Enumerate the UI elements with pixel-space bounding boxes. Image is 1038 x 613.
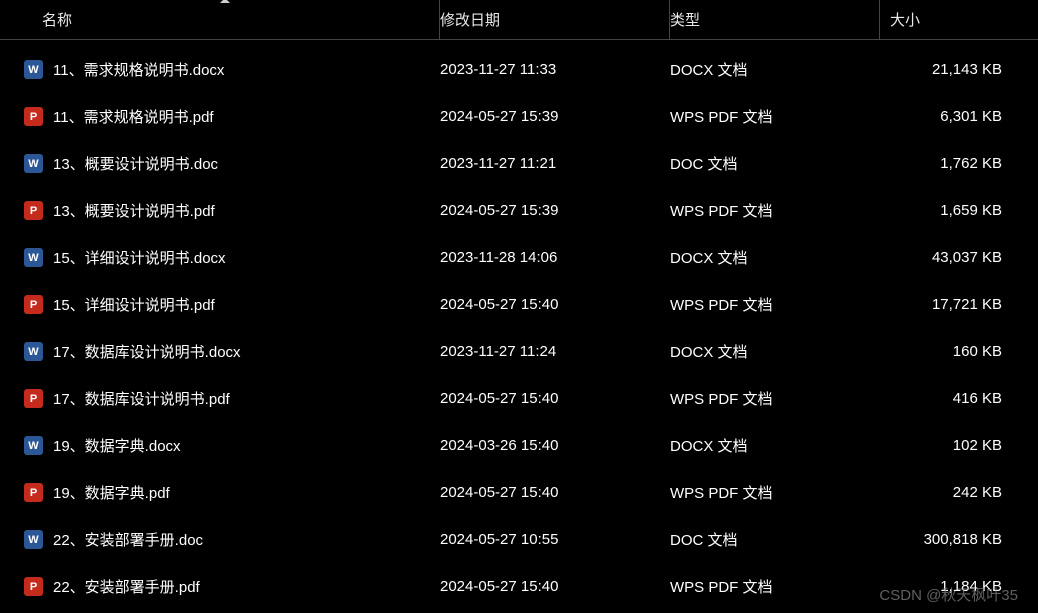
file-type-cell: WPS PDF 文档: [670, 388, 880, 409]
file-row[interactable]: P 11、需求规格说明书.pdf 2024-05-27 15:39WPS PDF 文…: [0, 93, 1038, 140]
file-date-cell: 2024-05-27 15:40: [440, 296, 670, 313]
file-type-cell: DOCX 文档: [670, 435, 880, 456]
file-date-cell: 2024-05-27 15:40: [440, 484, 670, 501]
doc-file-icon: W: [24, 154, 43, 173]
file-name-label: 19、数据字典.docx: [53, 435, 181, 456]
column-header-name[interactable]: 名称: [10, 0, 440, 39]
file-row[interactable]: P 17、数据库设计说明书.pdf 2024-05-27 15:40WPS PDF …: [0, 375, 1038, 422]
column-header-row: 名称 修改日期 类型 大小: [0, 0, 1038, 40]
pdf-file-icon: P: [24, 201, 43, 220]
file-type-cell: DOC 文档: [670, 153, 880, 174]
file-row[interactable]: P 13、概要设计说明书.pdf 2024-05-27 15:39WPS PDF 文…: [0, 187, 1038, 234]
file-row[interactable]: W 15、详细设计说明书.docx 2023-11-28 14:06DOCX 文档4…: [0, 234, 1038, 281]
pdf-file-icon: P: [24, 389, 43, 408]
file-type-cell: WPS PDF 文档: [670, 294, 880, 315]
watermark: CSDN @秋天枫叶35: [879, 584, 1018, 605]
file-name-label: 22、安装部署手册.doc: [53, 529, 203, 550]
column-header-type-label: 类型: [670, 9, 700, 30]
file-type-cell: DOC 文档: [670, 529, 880, 550]
pdf-file-icon: P: [24, 295, 43, 314]
file-name-label: 15、详细设计说明书.docx: [53, 247, 226, 268]
file-size-cell: 416 KB: [880, 390, 1020, 407]
column-header-size-label: 大小: [890, 9, 920, 30]
file-size-cell: 21,143 KB: [880, 61, 1020, 78]
file-type-cell: WPS PDF 文档: [670, 200, 880, 221]
file-row[interactable]: W 13、概要设计说明书.doc 2023-11-27 11:21DOC 文档1,7…: [0, 140, 1038, 187]
file-size-cell: 1,762 KB: [880, 155, 1020, 172]
file-date-cell: 2024-05-27 15:40: [440, 578, 670, 595]
file-row[interactable]: W 11、需求规格说明书.docx 2023-11-27 11:33DOCX 文档2…: [0, 46, 1038, 93]
file-size-cell: 6,301 KB: [880, 108, 1020, 125]
file-size-cell: 17,721 KB: [880, 296, 1020, 313]
file-name-cell: P 13、概要设计说明书.pdf: [10, 200, 440, 221]
docx-file-icon: W: [24, 60, 43, 79]
file-name-cell: W 17、数据库设计说明书.docx: [10, 341, 440, 362]
file-name-label: 13、概要设计说明书.doc: [53, 153, 218, 174]
file-name-label: 11、需求规格说明书.pdf: [53, 106, 214, 127]
file-name-cell: W 11、需求规格说明书.docx: [10, 59, 440, 80]
file-name-label: 11、需求规格说明书.docx: [53, 59, 224, 80]
file-type-cell: WPS PDF 文档: [670, 482, 880, 503]
sort-ascending-icon: [220, 0, 230, 3]
file-date-cell: 2023-11-28 14:06: [440, 249, 670, 266]
file-type-cell: DOCX 文档: [670, 341, 880, 362]
file-date-cell: 2023-11-27 11:33: [440, 61, 670, 78]
file-name-cell: P 15、详细设计说明书.pdf: [10, 294, 440, 315]
file-type-cell: WPS PDF 文档: [670, 106, 880, 127]
file-date-cell: 2024-05-27 10:55: [440, 531, 670, 548]
file-size-cell: 242 KB: [880, 484, 1020, 501]
file-date-cell: 2024-05-27 15:40: [440, 390, 670, 407]
file-name-cell: W 22、安装部署手册.doc: [10, 529, 440, 550]
file-name-cell: P 22、安装部署手册.pdf: [10, 576, 440, 597]
file-row[interactable]: P 15、详细设计说明书.pdf 2024-05-27 15:40WPS PDF 文…: [0, 281, 1038, 328]
file-name-label: 17、数据库设计说明书.pdf: [53, 388, 230, 409]
file-name-label: 15、详细设计说明书.pdf: [53, 294, 215, 315]
file-name-label: 19、数据字典.pdf: [53, 482, 170, 503]
file-name-cell: W 13、概要设计说明书.doc: [10, 153, 440, 174]
pdf-file-icon: P: [24, 483, 43, 502]
file-size-cell: 1,659 KB: [880, 202, 1020, 219]
column-header-date[interactable]: 修改日期: [440, 0, 670, 39]
doc-file-icon: W: [24, 530, 43, 549]
pdf-file-icon: P: [24, 107, 43, 126]
file-row[interactable]: P 19、数据字典.pdf 2024-05-27 15:40WPS PDF 文档24…: [0, 469, 1038, 516]
column-header-name-label: 名称: [42, 9, 72, 30]
file-row[interactable]: W 17、数据库设计说明书.docx 2023-11-27 11:24DOCX 文档…: [0, 328, 1038, 375]
column-header-size[interactable]: 大小: [880, 0, 1020, 39]
file-date-cell: 2024-03-26 15:40: [440, 437, 670, 454]
file-size-cell: 43,037 KB: [880, 249, 1020, 266]
file-name-label: 13、概要设计说明书.pdf: [53, 200, 215, 221]
file-date-cell: 2024-05-27 15:39: [440, 108, 670, 125]
file-date-cell: 2023-11-27 11:24: [440, 343, 670, 360]
file-size-cell: 300,818 KB: [880, 531, 1020, 548]
file-name-label: 17、数据库设计说明书.docx: [53, 341, 241, 362]
file-type-cell: WPS PDF 文档: [670, 576, 880, 597]
file-size-cell: 102 KB: [880, 437, 1020, 454]
column-header-date-label: 修改日期: [440, 9, 500, 30]
file-row[interactable]: W 19、数据字典.docx 2024-03-26 15:40DOCX 文档102 …: [0, 422, 1038, 469]
file-row[interactable]: W 22、安装部署手册.doc 2024-05-27 10:55DOC 文档300,…: [0, 516, 1038, 563]
docx-file-icon: W: [24, 436, 43, 455]
pdf-file-icon: P: [24, 577, 43, 596]
file-name-cell: P 17、数据库设计说明书.pdf: [10, 388, 440, 409]
column-header-type[interactable]: 类型: [670, 0, 880, 39]
file-list: W11、需求规格说明书.docx2023-11-27 11:33DOCX 文档2…: [0, 40, 1038, 610]
file-name-cell: W 19、数据字典.docx: [10, 435, 440, 456]
file-name-cell: P 11、需求规格说明书.pdf: [10, 106, 440, 127]
file-type-cell: DOCX 文档: [670, 59, 880, 80]
file-date-cell: 2023-11-27 11:21: [440, 155, 670, 172]
docx-file-icon: W: [24, 248, 43, 267]
file-date-cell: 2024-05-27 15:39: [440, 202, 670, 219]
file-name-cell: W 15、详细设计说明书.docx: [10, 247, 440, 268]
docx-file-icon: W: [24, 342, 43, 361]
file-name-label: 22、安装部署手册.pdf: [53, 576, 200, 597]
file-name-cell: P 19、数据字典.pdf: [10, 482, 440, 503]
file-type-cell: DOCX 文档: [670, 247, 880, 268]
file-size-cell: 160 KB: [880, 343, 1020, 360]
